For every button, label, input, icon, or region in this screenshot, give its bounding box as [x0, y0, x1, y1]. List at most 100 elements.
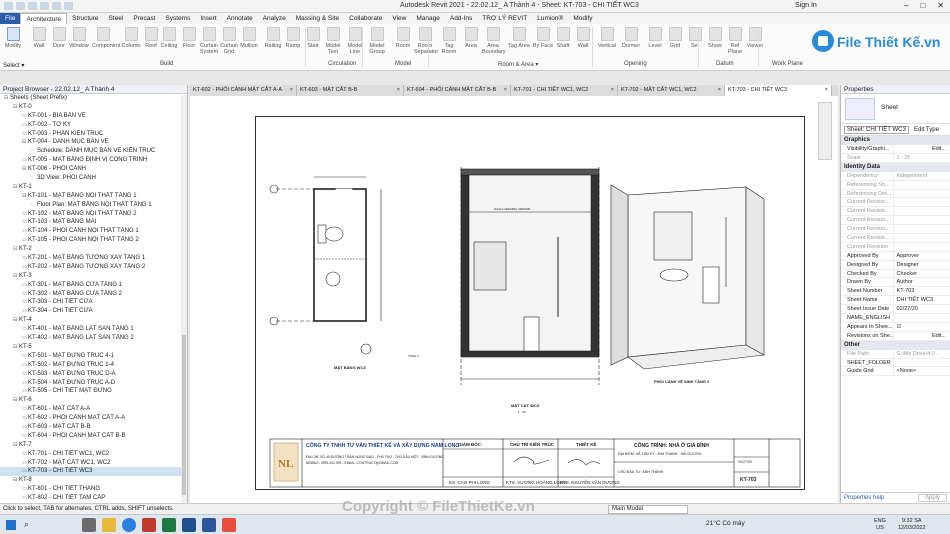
ribbon-button-23[interactable]: By Face — [532, 27, 554, 49]
maximize-icon[interactable]: □ — [920, 1, 925, 10]
ribbon-button-8[interactable]: Curtain System — [198, 27, 220, 55]
browser-item[interactable]: ⊟ KT-8 — [0, 476, 187, 485]
close-icon[interactable]: ✕ — [937, 1, 944, 10]
ribbon-button-28[interactable]: Level — [644, 27, 666, 49]
browser-item[interactable]: ⊟ KT-0 — [0, 103, 187, 112]
browser-item[interactable]: ▭KT-703 - CHI TIẾT WC3 — [0, 467, 187, 477]
ribbon-button-24[interactable]: Shaft — [552, 27, 574, 49]
ribbon-button-32[interactable]: Ref Plane — [724, 27, 746, 55]
browser-item[interactable]: ▭KT-604 - PHỐI CẢNH MẶT CẮT B-B — [0, 432, 187, 441]
browser-item[interactable]: ⊟ KT-004 - DANH MỤC BẢN VẼ — [0, 138, 187, 147]
tab-11[interactable]: View — [387, 13, 411, 24]
close-tab-icon[interactable]: × — [290, 85, 293, 96]
file-explorer-icon[interactable] — [102, 518, 116, 532]
document-tab[interactable]: KT-703 - CHI TIẾT WC3 × — [725, 85, 832, 96]
property-value[interactable]: CHI TIẾT WC3 — [892, 296, 950, 305]
autocad-icon[interactable] — [142, 518, 156, 532]
ribbon-button-20[interactable]: Area — [460, 27, 482, 49]
browser-item[interactable]: ▭KT-504 - MẶT ĐỨNG TRỤC A-D — [0, 379, 187, 388]
ribbon-button-25[interactable]: Wall — [572, 27, 594, 49]
browser-item[interactable]: ⊟ KT-3 — [0, 272, 187, 281]
tab-5[interactable]: Systems — [160, 13, 195, 24]
ribbon-button-29[interactable]: Grid — [664, 27, 686, 49]
scrollbar-thumb[interactable] — [182, 335, 186, 495]
ribbon-button-12[interactable]: Ramp — [282, 27, 304, 49]
properties-help-link[interactable]: Properties help — [844, 495, 884, 501]
tab-6[interactable]: Insert — [195, 13, 221, 24]
ribbon-button-10[interactable]: Mullion — [238, 27, 260, 49]
ribbon-button-4[interactable]: Column — [120, 27, 142, 49]
tab-7[interactable]: Annotate — [222, 13, 258, 24]
browser-item[interactable]: ▭KT-202 - MẶT BẰNG TƯỜNG XÂY TẦNG 2 — [0, 263, 187, 272]
browser-item[interactable]: ▫ Floor Plan: MẶT BẰNG NỘI THẤT TẦNG 1 — [0, 201, 187, 210]
ribbon-button-7[interactable]: Floor — [178, 27, 200, 49]
property-value[interactable]: <None> — [892, 367, 950, 376]
property-value[interactable]: 02/27/20 — [892, 305, 950, 314]
undo-icon[interactable] — [40, 2, 49, 10]
browser-item[interactable]: ▭KT-005 - MẶT BẰNG ĐỊNH VỊ CÔNG TRÌNH — [0, 156, 187, 165]
property-value[interactable]: ☑ — [892, 322, 950, 331]
tab-15[interactable]: Lumion® — [532, 13, 568, 24]
edit-button[interactable]: Edit... — [892, 331, 950, 340]
browser-item[interactable]: ▫ 3D View: PHỐI CẢNH — [0, 174, 187, 183]
tab-8[interactable]: Analyze — [258, 13, 291, 24]
tab-9[interactable]: Massing & Site — [291, 13, 344, 24]
weather-widget[interactable]: 21°C Có mây — [706, 520, 745, 527]
browser-item[interactable]: ▭KT-304 - CHI TIẾT CỬA — [0, 307, 187, 316]
property-group-header[interactable]: Other — [841, 340, 950, 350]
browser-item[interactable]: ▭KT-102 - MẶT BẰNG NỘI THẤT TẦNG 2 — [0, 210, 187, 219]
property-value[interactable]: Checker — [892, 269, 950, 278]
search-icon[interactable]: ⌕ — [24, 519, 29, 530]
edit-button[interactable]: Edit... — [892, 145, 950, 153]
browser-item[interactable]: ▭KT-003 - PHÂN KIỆN TRÚC — [0, 130, 187, 139]
browser-item[interactable]: ▭KT-801 - CHI TIẾT THANG — [0, 485, 187, 494]
task-view-icon[interactable] — [82, 518, 96, 532]
browser-item[interactable]: ▭KT-105 - PHỐI CẢNH NỘI THẤT TẦNG 2 — [0, 236, 187, 245]
browser-item[interactable]: ▭KT-502 - MẶT ĐỨNG TRỤC 1-4 — [0, 361, 187, 370]
open-icon[interactable] — [16, 2, 25, 10]
ribbon-button-17[interactable]: Room — [392, 27, 414, 49]
property-value[interactable]: KT-703 — [892, 287, 950, 296]
word-icon[interactable] — [202, 518, 216, 532]
browser-item[interactable]: ▭KT-505 - CHI TIẾT MẶT ĐỨNG — [0, 387, 187, 396]
browser-item[interactable]: ⊟ KT-4 — [0, 316, 187, 325]
snip-icon[interactable] — [222, 518, 236, 532]
ribbon-button-11[interactable]: Railing — [262, 27, 284, 49]
property-group-header[interactable]: Identity Data — [841, 162, 950, 172]
tab-0[interactable]: File — [0, 13, 21, 24]
ribbon-button-33[interactable]: Viewer — [744, 27, 766, 49]
browser-item[interactable]: ▭KT-802 - CHI TIẾT TAM CẤP — [0, 494, 187, 503]
property-value[interactable] — [892, 358, 950, 367]
ribbon-button-14[interactable]: Model Text — [322, 27, 344, 55]
property-value[interactable]: Approver — [892, 251, 950, 260]
document-tab[interactable]: KT-701 - CHI TIẾT WC1, WC2 × — [511, 85, 618, 96]
minimize-icon[interactable]: – — [904, 1, 908, 10]
close-tab-icon[interactable]: × — [718, 85, 721, 96]
tab-10[interactable]: Collaborate — [344, 13, 387, 24]
browser-item[interactable]: ▭KT-701 - CHI TIẾT WC1, WC2 — [0, 450, 187, 459]
browser-item[interactable]: ▭KT-602 - PHỐI CẢNH MẶT CẮT A-A — [0, 414, 187, 423]
quick-access-toolbar[interactable] — [4, 2, 73, 10]
browser-item[interactable]: ▭KT-302 - MẶT BẰNG CỬA TẦNG 2 — [0, 290, 187, 299]
document-tab[interactable]: KT-602 - PHỐI CẢNH MẶT CẮT A-A × — [190, 85, 297, 96]
close-tab-icon[interactable]: × — [397, 85, 400, 96]
document-tab[interactable]: KT-603 - MẶT CẮT B-B × — [297, 85, 404, 96]
ribbon-button-21[interactable]: Area Boundary — [482, 27, 506, 55]
property-value[interactable]: Author — [892, 278, 950, 287]
browser-item[interactable]: ⊟ KT-5 — [0, 343, 187, 352]
browser-item[interactable]: ⊟ KT-2 — [0, 245, 187, 254]
property-group-header[interactable]: Graphics — [841, 136, 950, 145]
edit-type-button[interactable]: Edit Type — [914, 127, 939, 133]
revit-taskbar-icon[interactable] — [182, 518, 196, 532]
excel-icon[interactable] — [162, 518, 176, 532]
ribbon-button-31[interactable]: Show — [704, 27, 726, 49]
document-tab[interactable]: KT-702 - MẶT CẮT WC1, WC2 × — [618, 85, 725, 96]
browser-item[interactable]: ▭KT-402 - MẶT BẰNG LÁT SÀN TẦNG 2 — [0, 334, 187, 343]
tab-1[interactable]: Architecture — [20, 13, 68, 24]
ribbon-button-0[interactable]: Wall — [28, 27, 50, 49]
ribbon-button-6[interactable]: Ceiling — [158, 27, 180, 49]
sign-in-link[interactable]: Sign In — [795, 2, 817, 9]
tab-16[interactable]: Modify — [568, 13, 597, 24]
property-value[interactable] — [892, 314, 950, 322]
tab-2[interactable]: Structure — [67, 13, 103, 24]
